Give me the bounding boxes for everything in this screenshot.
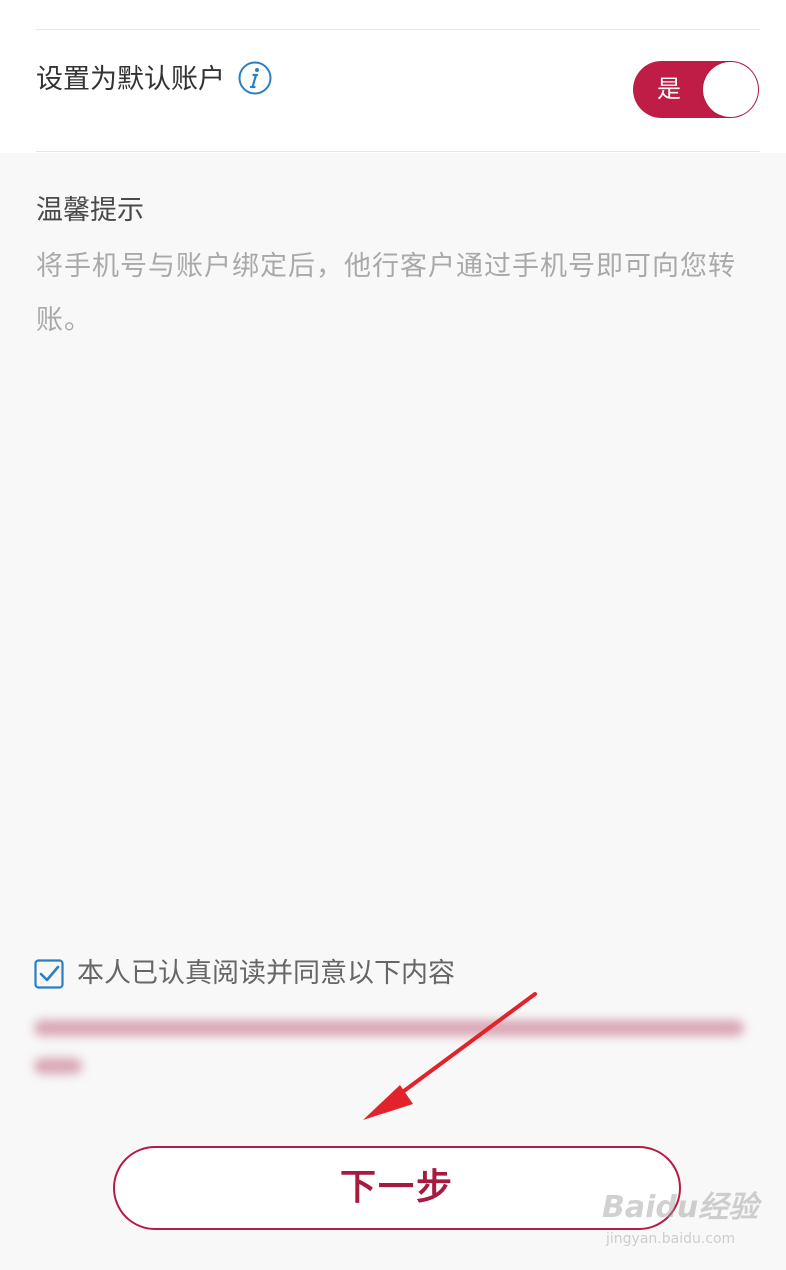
red-arrow-icon (363, 992, 537, 1120)
checkbox-checked-icon[interactable] (34, 959, 64, 989)
watermark-main-text: Baidu经验 (602, 1190, 759, 1225)
agreement-label: 本人已认真阅读并同意以下内容 (77, 958, 455, 989)
bottom-divider (36, 151, 760, 152)
tips-title: 温馨提示 (36, 195, 144, 226)
toggle-on-label: 是 (657, 75, 681, 103)
baidu-watermark: Baidu经验 jingyan.baidu.com (594, 1190, 764, 1260)
default-account-panel: 设置为默认账户 是 (0, 0, 786, 153)
default-account-label: 设置为默认账户 (36, 64, 225, 95)
tips-body: 将手机号与账户绑定后，他行客户通过手机号即可向您转账。 (36, 251, 736, 336)
watermark-url: jingyan.baidu.com (606, 1231, 736, 1247)
toggle-knob (703, 62, 758, 117)
info-icon[interactable] (238, 61, 272, 95)
default-account-toggle[interactable]: 是 (633, 61, 759, 118)
top-divider (36, 29, 760, 30)
blurred-line (34, 1058, 82, 1074)
